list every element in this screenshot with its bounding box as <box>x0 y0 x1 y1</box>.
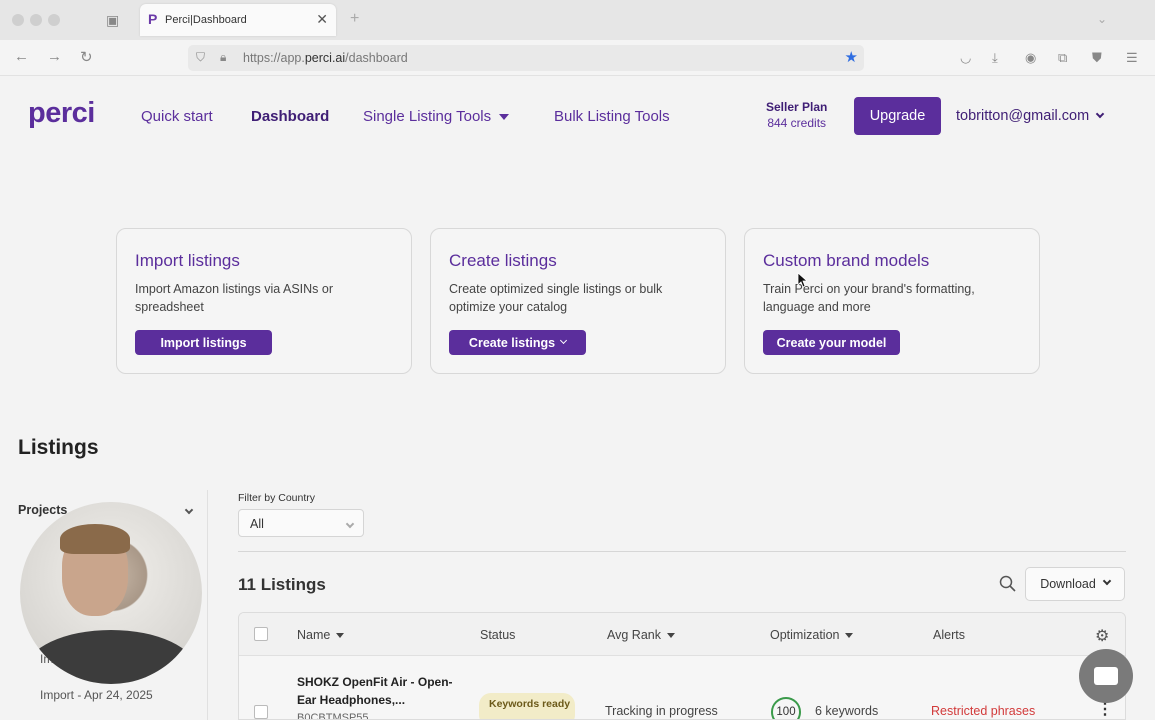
download-button[interactable]: Download <box>1025 567 1125 601</box>
account-email: tobritton@gmail.com <box>956 108 1090 124</box>
nav-bulk-listing-tools[interactable]: Bulk Listing Tools <box>554 108 670 125</box>
listing-asin: B0CBTMSP55 <box>297 712 369 720</box>
listing-name[interactable]: SHOKZ OpenFit Air - Open-Ear Headphones,… <box>297 673 457 709</box>
plan-name: Seller Plan <box>766 100 828 114</box>
card-title: Custom brand models <box>763 251 930 270</box>
chevron-down-icon <box>339 517 355 535</box>
tab-list-chevron-icon[interactable]: ⌄ <box>1097 12 1107 26</box>
projects-chevron-icon[interactable] <box>178 503 194 521</box>
download-button-label: Download <box>1040 577 1096 591</box>
select-all-checkbox[interactable] <box>254 627 268 641</box>
bookmark-star-icon[interactable]: ★ <box>845 48 858 66</box>
reload-icon[interactable]: ↻ <box>80 48 93 66</box>
webcam-overlay <box>20 502 202 684</box>
tab-overview-icon[interactable]: ▣ <box>106 12 122 28</box>
optimization-score: 100 <box>771 697 801 719</box>
lock-icon[interactable]: 🔒︎ <box>220 50 226 65</box>
keywords-count: 6 keywords <box>815 704 879 718</box>
create-your-model-button[interactable]: Create your model <box>763 330 900 355</box>
back-icon[interactable]: ← <box>14 48 29 65</box>
chevron-down-icon <box>560 336 568 345</box>
card-title: Import listings <box>135 251 240 270</box>
nav-dashboard[interactable]: Dashboard <box>251 108 329 125</box>
extensions-icon[interactable]: ⧉ <box>1058 50 1067 66</box>
plan-credits: 844 credits <box>767 116 827 130</box>
perci-favicon-icon: P <box>148 11 158 27</box>
window-close-button[interactable] <box>12 14 24 26</box>
chevron-down-icon <box>1102 576 1112 586</box>
country-filter-value: All <box>250 517 264 531</box>
close-tab-icon[interactable]: ✕ <box>316 11 328 28</box>
chat-icon <box>1094 667 1118 685</box>
table-header: Name Status Avg Rank Optimization Alerts… <box>239 613 1125 656</box>
column-status: Status <box>480 628 516 642</box>
sort-caret-icon <box>666 633 675 639</box>
divider <box>238 551 1126 552</box>
upgrade-button[interactable]: Upgrade <box>854 97 941 135</box>
column-optimization[interactable]: Optimization <box>770 628 854 642</box>
nav-quick-start[interactable]: Quick start <box>141 108 213 125</box>
browser-tab-bar: ▣ P Perci|Dashboard ✕ + ⌄ <box>0 0 1155 40</box>
shield-icon[interactable]: ⛉ <box>196 50 205 65</box>
import-listings-button[interactable]: Import listings <box>135 330 272 355</box>
avg-rank-value: Tracking in progress <box>605 704 718 718</box>
plan-info: Seller Plan 844 credits <box>766 100 827 130</box>
listings-table: Name Status Avg Rank Optimization Alerts… <box>238 612 1126 720</box>
account-icon[interactable]: ◉ <box>1025 50 1036 66</box>
column-avg-rank[interactable]: Avg Rank <box>607 628 675 642</box>
project-item-date[interactable]: Import - Apr 24, 2025 <box>40 688 153 702</box>
filter-by-country-label: Filter by Country <box>238 492 316 504</box>
search-icon[interactable] <box>999 575 1016 592</box>
chat-button[interactable] <box>1079 649 1133 703</box>
browser-tab[interactable]: P Perci|Dashboard ✕ <box>140 4 336 36</box>
sidebar-divider <box>207 490 208 720</box>
sort-caret-icon <box>845 633 854 639</box>
forward-icon[interactable]: → <box>47 48 62 65</box>
create-listings-button-label: Create listings <box>468 335 556 350</box>
alert-text[interactable]: Restricted phrases <box>931 704 1035 718</box>
account-menu[interactable]: tobritton@gmail.com <box>956 108 1105 124</box>
nav-single-listing-tools[interactable]: Single Listing Tools <box>363 108 510 125</box>
chevron-down-icon <box>1095 109 1105 119</box>
browser-nav-bar: ← → ↻ ⛉ 🔒︎ https://app.perci.ai/dashboar… <box>0 40 1155 76</box>
listings-count: 11 Listings <box>238 575 326 594</box>
column-name[interactable]: Name <box>297 628 345 642</box>
card-description: Create optimized single listings or bulk… <box>449 282 663 314</box>
listings-heading: Listings <box>18 436 99 459</box>
privacy-shield-icon[interactable]: ⛊ <box>1092 50 1102 66</box>
country-filter-select[interactable]: All <box>238 509 364 537</box>
window-zoom-button[interactable] <box>48 14 60 26</box>
menu-icon[interactable]: ☰ <box>1126 50 1138 66</box>
column-alerts: Alerts <box>933 628 965 642</box>
gear-icon[interactable]: ⚙ <box>1095 626 1109 646</box>
create-listings-card: Create listings Create optimized single … <box>430 228 726 374</box>
url-text: https://app.perci.ai/dashboard <box>243 51 408 65</box>
window-minimize-button[interactable] <box>30 14 42 26</box>
card-description: Train Perci on your brand's formatting, … <box>763 282 975 314</box>
tab-title: Perci|Dashboard <box>165 14 247 26</box>
caret-down-icon <box>499 114 510 121</box>
download-arrow-icon[interactable]: ⤓ <box>992 50 998 66</box>
new-tab-icon[interactable]: + <box>350 10 359 28</box>
address-bar[interactable]: ⛉ 🔒︎ https://app.perci.ai/dashboard ★ <box>188 45 864 71</box>
projects-label: Projects <box>18 503 68 517</box>
sort-caret-icon <box>336 633 345 639</box>
custom-brand-models-card: Custom brand models Train Perci on your … <box>744 228 1040 374</box>
status-badge: Keywords ready <box>479 693 575 719</box>
row-checkbox[interactable] <box>254 705 268 719</box>
card-description: Import Amazon listings via ASINs or spre… <box>135 282 333 314</box>
perci-logo[interactable]: perci <box>28 97 95 130</box>
mouse-cursor-icon <box>797 272 807 288</box>
create-listings-button[interactable]: Create listings <box>449 330 586 355</box>
pocket-icon[interactable]: ◡ <box>960 50 971 66</box>
nav-single-listing-tools-label: Single Listing Tools <box>363 108 492 125</box>
card-title: Create listings <box>449 251 557 270</box>
import-listings-card: Import listings Import Amazon listings v… <box>116 228 412 374</box>
